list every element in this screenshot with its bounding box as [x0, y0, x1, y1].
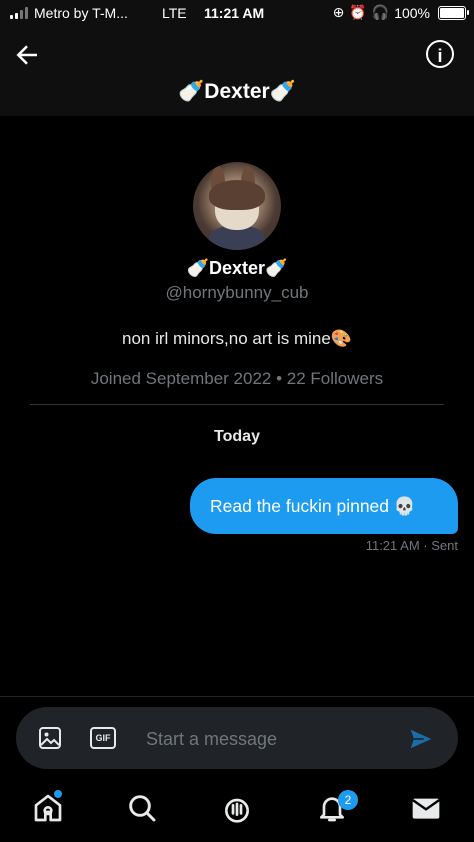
message-text: Read the fuckin pinned 💀 [210, 496, 416, 516]
send-button[interactable] [408, 726, 434, 752]
tab-home[interactable] [32, 790, 64, 824]
profile-handle: @hornybunny_cub [165, 283, 309, 302]
image-icon [39, 727, 61, 749]
message-meta: 11:21 AM · Sent [366, 538, 458, 553]
info-button[interactable]: i [426, 40, 454, 68]
battery-percent: 100% [394, 4, 430, 21]
tab-bar: 2 [0, 778, 474, 842]
avatar-hair [209, 180, 265, 210]
conversation-title[interactable]: 🍼Dexter🍼 [0, 80, 474, 104]
alarm-icon: ⏰ [349, 4, 367, 20]
avatar[interactable] [193, 162, 281, 250]
gif-icon: GIF [95, 733, 111, 743]
day-separator: Today [214, 428, 260, 445]
back-button[interactable] [12, 40, 42, 70]
network-type: LTE [162, 5, 187, 21]
profile-card[interactable]: 🍼Dexter🍼 @hornybunny_cub non irl minors,… [0, 162, 474, 389]
tab-search[interactable] [126, 792, 158, 824]
home-unread-dot [54, 790, 62, 798]
profile-bio: non irl minors,no art is mine🎨 [122, 329, 352, 348]
gif-button[interactable]: GIF [90, 727, 116, 749]
tab-spaces[interactable] [221, 792, 253, 824]
conversation-header: i 🍼Dexter🍼 [0, 28, 474, 116]
headphones-icon: 🎧 [371, 4, 390, 20]
carrier-name: Metro by T-M... [34, 5, 128, 21]
composer-divider [0, 696, 474, 697]
status-right: ⊕ ⏰ 🎧 100% [332, 4, 469, 21]
carrier-group: Metro by T-M... [10, 5, 128, 21]
search-icon [129, 795, 156, 822]
tab-messages[interactable] [410, 792, 442, 824]
message-status: Sent [431, 538, 458, 553]
message-input[interactable] [144, 723, 398, 755]
profile-name: 🍼Dexter🍼 [186, 258, 288, 278]
message-time: 11:21 AM [365, 538, 420, 553]
add-image-button[interactable] [38, 726, 62, 750]
arrow-left-icon [16, 45, 37, 65]
profile-joined: Joined September 2022 • 22 Followers [90, 369, 384, 388]
notifications-badge: 2 [338, 790, 358, 810]
divider [30, 404, 444, 405]
signal-icon [10, 7, 28, 19]
message-composer: GIF [16, 707, 458, 769]
status-time: 11:21 AM [204, 5, 265, 21]
info-icon: i [437, 46, 443, 66]
spaces-icon [225, 798, 249, 823]
lock-rotation-icon: ⊕ [332, 4, 345, 20]
send-icon [410, 729, 432, 749]
tab-notifications[interactable]: 2 [316, 790, 358, 824]
battery-icon [438, 5, 469, 20]
envelope-icon [411, 798, 441, 819]
status-bar: Metro by T-M... LTE 11:21 AM ⊕ ⏰ 🎧 100% [0, 0, 474, 28]
message-bubble[interactable]: Read the fuckin pinned 💀 [190, 478, 458, 534]
